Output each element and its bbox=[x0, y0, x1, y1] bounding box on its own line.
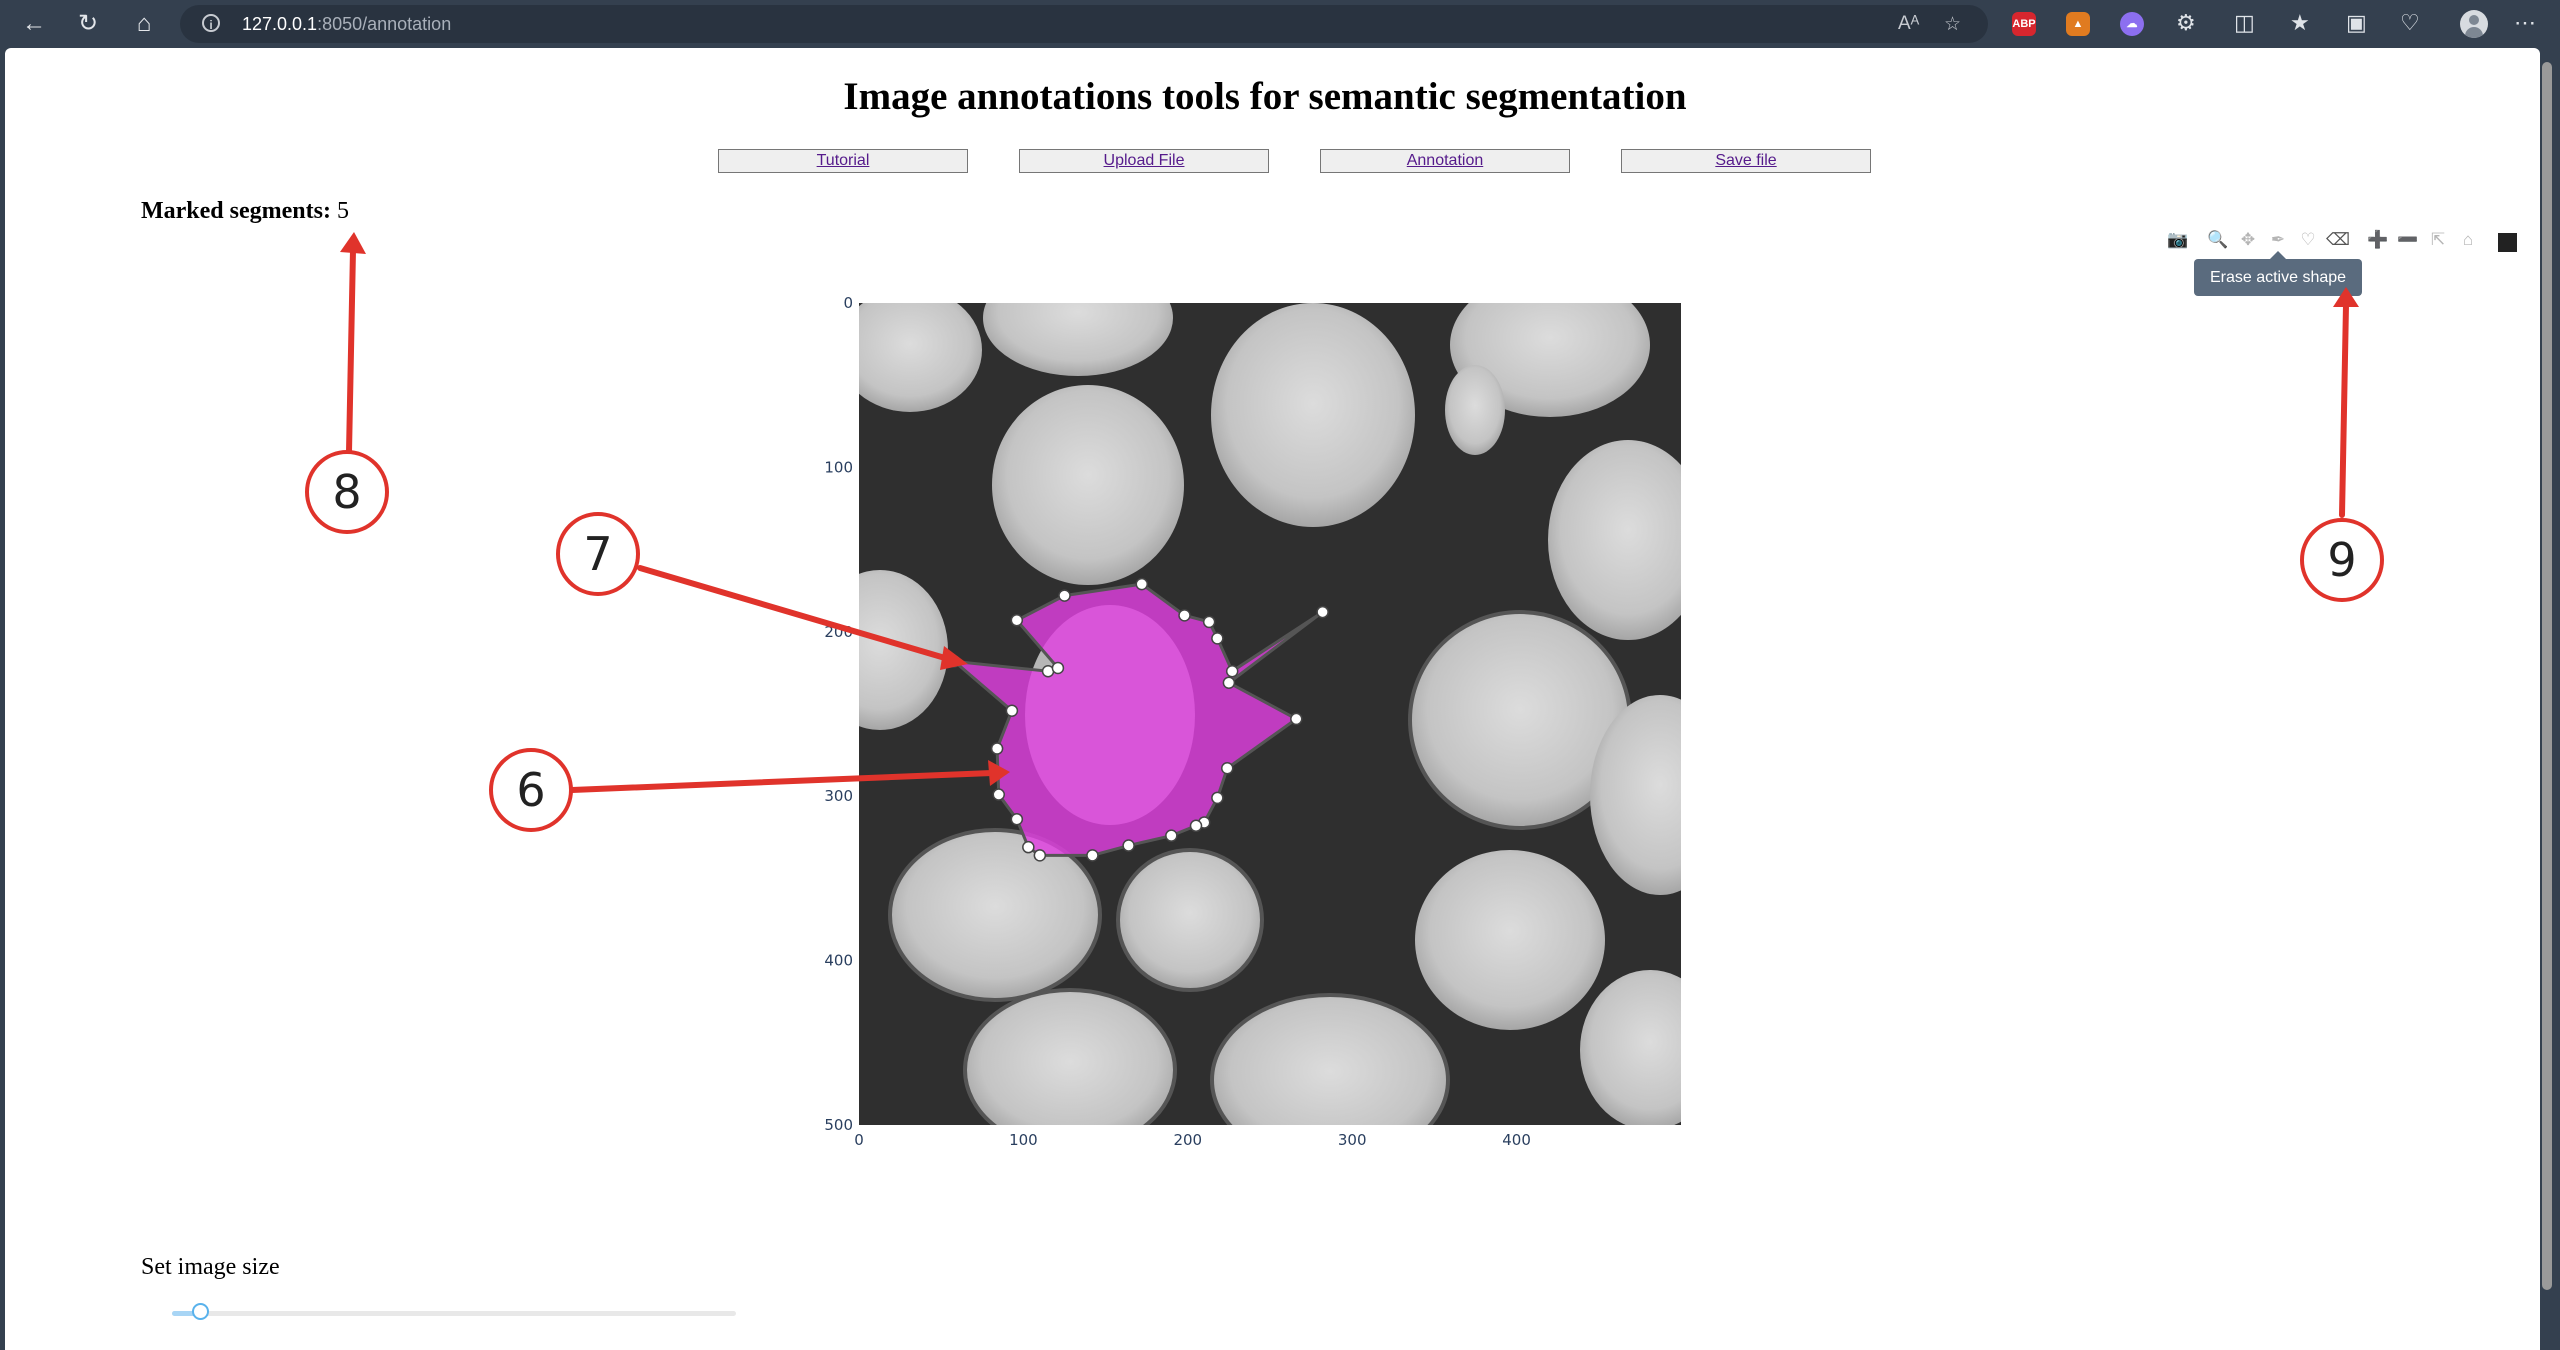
image-size-slider-track[interactable] bbox=[172, 1311, 736, 1316]
arrow-head-8 bbox=[340, 232, 366, 254]
callout-label-8: 8 bbox=[332, 465, 361, 519]
callout-label-6: 6 bbox=[516, 763, 545, 817]
callout-label-9: 9 bbox=[2327, 533, 2356, 587]
arrow-head-9 bbox=[2333, 287, 2359, 307]
callout-annotations: 8 7 6 9 bbox=[305, 232, 2384, 832]
image-size-label: Set image size bbox=[141, 1254, 280, 1280]
arrow-head-6 bbox=[988, 760, 1010, 786]
arrow-head-7 bbox=[940, 646, 968, 670]
callout-label-7: 7 bbox=[583, 527, 612, 581]
